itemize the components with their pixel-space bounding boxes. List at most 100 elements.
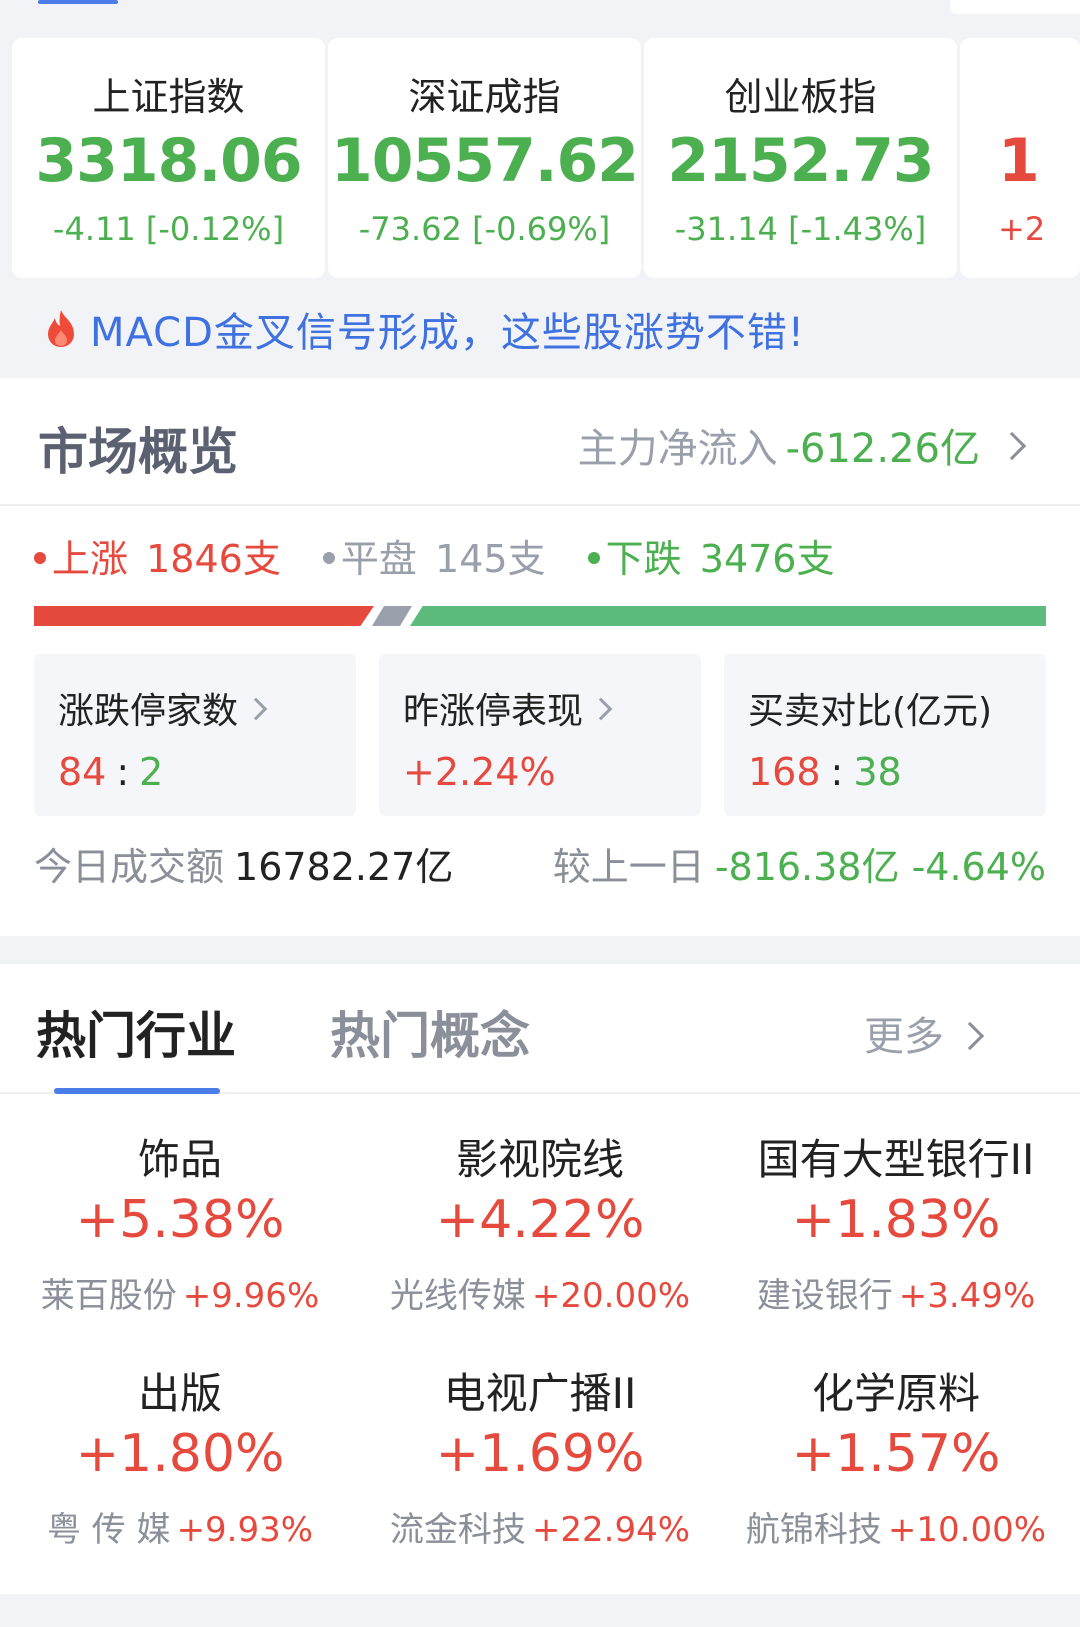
sector-name: 饰品	[137, 1135, 222, 1184]
index-card-chinext[interactable]: 创业板指 2152.73 -31.14 [-1.43%]	[644, 38, 957, 278]
sector-item[interactable]: 国有大型银行II +1.83% 建设银行 +3.49%	[716, 1126, 1076, 1317]
index-change: +2	[998, 210, 1046, 248]
down-dot-icon	[587, 551, 600, 564]
main-flow[interactable]: 主力净流入 -612.26亿	[578, 416, 980, 474]
sector-pct: +1.57%	[791, 1424, 1001, 1484]
hot-sectors-section: 热门行业 热门概念 更多 饰品 +5.38% 莱百股份 +9.96% 影视院线 +…	[0, 964, 1080, 1594]
up-dot-icon	[34, 551, 46, 564]
chevron-right-icon	[244, 697, 268, 721]
advance-decline-stats: 上涨 1846支 平盘 145支 下跌 3476支	[34, 528, 846, 583]
index-value: 3318.06	[35, 126, 302, 196]
chevron-right-icon[interactable]	[955, 1021, 985, 1051]
main-flow-value: -612.26亿	[785, 426, 980, 472]
buy-sell-card[interactable]: 买卖对比(亿元) 168:38	[724, 654, 1046, 816]
sector-leader: 光线传媒 +20.00%	[360, 1268, 720, 1317]
leader-name: 粤 传 媒	[46, 1510, 171, 1550]
sector-pct: +1.80%	[75, 1424, 285, 1484]
index-card-partial[interactable]: 1 +2	[960, 38, 1080, 278]
sector-name: 电视广播II	[443, 1369, 637, 1418]
promo-banner[interactable]: MACD金叉信号形成，这些股涨势不错!	[0, 278, 1080, 378]
index-change: -73.62 [-0.69%]	[358, 210, 611, 248]
sector-name: 影视院线	[455, 1135, 624, 1184]
yesterday-limit-label: 昨涨停表现	[403, 682, 613, 734]
up-bar	[34, 606, 374, 626]
top-strip	[0, 0, 1080, 14]
leader-pct: +9.96%	[182, 1276, 320, 1316]
sector-item[interactable]: 出版 +1.80% 粤 传 媒 +9.93%	[0, 1360, 360, 1551]
up-label: 上涨	[52, 537, 129, 581]
turnover-row: 今日成交额 16782.27亿 较上一日 -816.38亿 -4.64%	[34, 836, 1046, 891]
active-tab-indicator	[54, 1088, 220, 1094]
overview-header: 市场概览 主力净流入 -612.26亿	[0, 378, 1080, 506]
index-card-shanghai[interactable]: 上证指数 3318.06 -4.11 [-0.12%]	[12, 38, 325, 278]
index-card-shenzhen[interactable]: 深证成指 10557.62 -73.62 [-0.69%]	[328, 38, 641, 278]
leader-pct: +9.93%	[176, 1510, 314, 1550]
sector-item[interactable]: 电视广播II +1.69% 流金科技 +22.94%	[360, 1360, 720, 1551]
compare-value: -816.38亿 -4.64%	[714, 845, 1046, 889]
down-bar	[410, 606, 1046, 626]
index-name: 上证指数	[92, 75, 245, 119]
limit-up: 84	[58, 750, 107, 794]
sector-name: 出版	[137, 1369, 222, 1418]
sector-pct: +1.69%	[435, 1424, 645, 1484]
index-value: 10557.62	[330, 126, 639, 196]
sector-pct: +4.22%	[435, 1190, 645, 1250]
main-flow-label: 主力净流入	[577, 426, 778, 472]
sector-item[interactable]: 饰品 +5.38% 莱百股份 +9.96%	[0, 1126, 360, 1317]
sector-name: 国有大型银行II	[757, 1135, 1035, 1184]
limit-count-label: 涨跌停家数	[58, 682, 268, 734]
index-name: 深证成指	[408, 75, 561, 119]
compare-label: 较上一日	[552, 845, 705, 889]
sector-item[interactable]: 影视院线 +4.22% 光线传媒 +20.00%	[360, 1126, 720, 1317]
hot-tabs: 热门行业 热门概念 更多	[0, 964, 1080, 1094]
chevron-right-icon	[589, 697, 613, 721]
limit-count-card[interactable]: 涨跌停家数 84:2	[34, 654, 356, 816]
sector-leader: 建设银行 +3.49%	[716, 1268, 1076, 1317]
index-change: -31.14 [-1.43%]	[674, 210, 927, 248]
down-label: 下跌	[605, 537, 682, 581]
up-count: 1846支	[146, 537, 281, 581]
leader-pct: +10.00%	[887, 1510, 1047, 1550]
down-count: 3476支	[699, 537, 835, 581]
leader-name: 流金科技	[389, 1510, 526, 1550]
fire-icon	[48, 310, 74, 347]
buy-value: 168	[748, 750, 821, 794]
flat-dot-icon	[322, 551, 335, 564]
buy-sell-value: 168:38	[748, 750, 902, 794]
leader-name: 建设银行	[756, 1276, 893, 1316]
sector-item[interactable]: 化学原料 +1.57% 航锦科技 +10.00%	[716, 1360, 1076, 1551]
turnover-compare: 较上一日 -816.38亿 -4.64%	[553, 836, 1046, 891]
top-right-tab[interactable]	[950, 0, 1080, 14]
leader-pct: +20.00%	[531, 1276, 691, 1316]
sector-leader: 流金科技 +22.94%	[360, 1502, 720, 1551]
index-value: 1	[998, 126, 1040, 196]
flat-bar	[372, 606, 412, 626]
down-stat: 下跌 3476支	[587, 537, 841, 581]
chevron-right-icon[interactable]	[997, 431, 1027, 461]
flat-stat: 平盘 145支	[322, 537, 552, 581]
yesterday-limit-card[interactable]: 昨涨停表现 +2.24%	[379, 654, 701, 816]
sector-pct: +5.38%	[75, 1190, 285, 1250]
sector-pct: +1.83%	[791, 1190, 1001, 1250]
overview-title: 市场概览	[38, 423, 238, 481]
index-value: 2152.73	[667, 126, 934, 196]
buy-sell-label: 买卖对比(亿元)	[748, 691, 993, 732]
promo-text: MACD金叉信号形成，这些股涨势不错!	[90, 310, 805, 356]
sector-leader: 粤 传 媒 +9.93%	[0, 1502, 360, 1551]
yesterday-label-text: 昨涨停表现	[403, 691, 584, 732]
advance-decline-bar	[34, 606, 1046, 626]
leader-name: 航锦科技	[745, 1510, 882, 1550]
limit-label-text: 涨跌停家数	[58, 691, 239, 732]
tab-hot-industry[interactable]: 热门行业	[36, 996, 236, 1068]
bottom-spacer	[0, 1594, 1080, 1627]
limit-down: 2	[139, 750, 164, 794]
sector-leader: 莱百股份 +9.96%	[0, 1268, 360, 1317]
leader-pct: +3.49%	[898, 1276, 1036, 1316]
flat-label: 平盘	[340, 537, 417, 581]
sector-name: 化学原料	[811, 1369, 980, 1418]
tab-hot-concept[interactable]: 热门概念	[330, 996, 530, 1068]
sell-value: 38	[853, 750, 902, 794]
more-link[interactable]: 更多	[864, 1004, 944, 1062]
flat-count: 145支	[435, 537, 546, 581]
turnover-value: 16782.27亿	[234, 845, 454, 889]
